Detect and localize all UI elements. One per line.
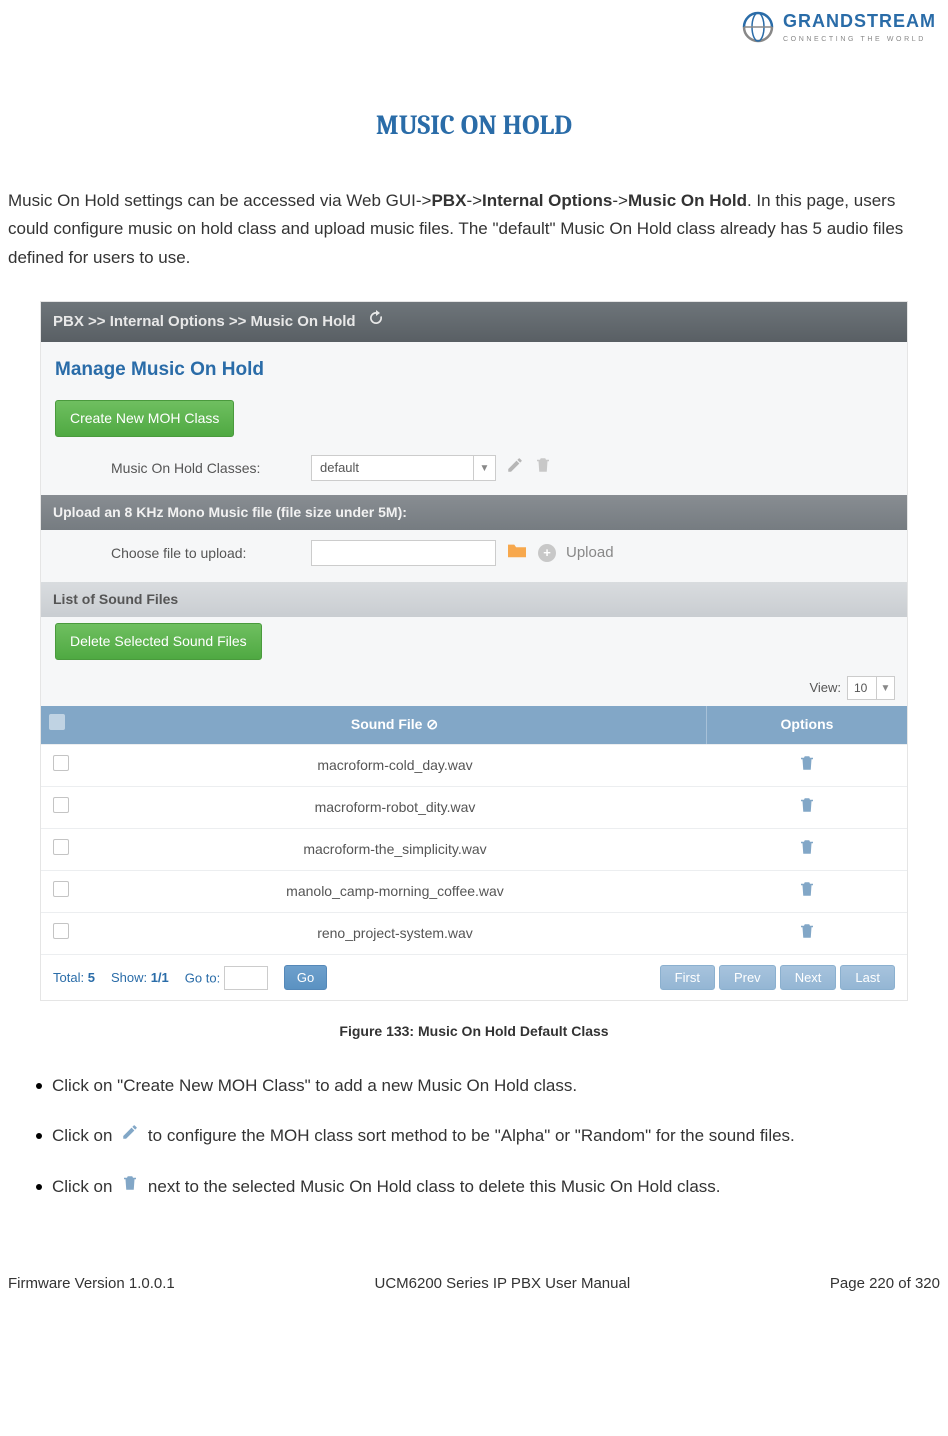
total-label: Total: 5	[53, 968, 95, 988]
breadcrumb-bar: PBX >> Internal Options >> Music On Hold	[41, 302, 907, 342]
row-checkbox[interactable]	[53, 755, 69, 771]
footer-left: Firmware Version 1.0.0.1	[8, 1273, 175, 1296]
sound-file-name: macroform-cold_day.wav	[83, 745, 707, 786]
pager-last[interactable]: Last	[840, 965, 895, 990]
moh-classes-row: Music On Hold Classes: default ▼	[41, 447, 907, 489]
figure-caption: Figure 133: Music On Hold Default Class	[0, 1021, 948, 1042]
create-moh-button[interactable]: Create New MOH Class	[55, 400, 234, 437]
table-header: Sound File ⊘ Options	[41, 706, 907, 744]
pager-first[interactable]: First	[660, 965, 715, 990]
view-row: View: 10 ▼	[41, 670, 907, 706]
table-row: macroform-robot_dity.wav	[41, 786, 907, 828]
table-row: macroform-cold_day.wav	[41, 744, 907, 786]
bullet-item: Click on to configure the MOH class sort…	[30, 1121, 918, 1150]
view-value: 10	[854, 679, 867, 697]
row-checkbox[interactable]	[53, 881, 69, 897]
page-footer: Firmware Version 1.0.0.1 UCM6200 Series …	[0, 1223, 948, 1296]
edit-icon[interactable]	[506, 456, 524, 480]
pager-prev[interactable]: Prev	[719, 965, 776, 990]
folder-icon[interactable]	[506, 538, 528, 568]
go-button[interactable]: Go	[284, 965, 327, 990]
moh-classes-label: Music On Hold Classes:	[111, 458, 301, 479]
bullet-text: Click on next to the selected Music On H…	[52, 1172, 721, 1201]
sort-icon: ⊘	[426, 716, 438, 732]
bullet-icon	[36, 1133, 42, 1139]
bullet-list: Click on "Create New MOH Class" to add a…	[0, 1072, 948, 1201]
footer-right: Page 220 of 320	[830, 1273, 940, 1296]
table-footer: Total: 5 Show: 1/1 Go to: Go First Prev …	[41, 954, 907, 1000]
select-all-checkbox[interactable]	[49, 714, 65, 730]
sep2: ->	[612, 191, 628, 210]
pencil-icon	[117, 1125, 143, 1145]
table-row: macroform-the_simplicity.wav	[41, 828, 907, 870]
choose-file-label: Choose file to upload:	[111, 543, 301, 564]
sound-file-name: macroform-robot_dity.wav	[83, 787, 707, 828]
header-soundfile-label: Sound File	[351, 716, 423, 732]
upload-section-bar: Upload an 8 KHz Mono Music file (file si…	[41, 495, 907, 530]
logo: GRANDSTREAM CONNECTING THE WORLD	[739, 8, 936, 46]
row-checkbox[interactable]	[53, 839, 69, 855]
sep1: ->	[466, 191, 482, 210]
goto-group: Go to:	[185, 966, 268, 990]
brand-name: GRANDSTREAM	[783, 8, 936, 35]
breadcrumb-text: PBX >> Internal Options >> Music On Hold	[53, 311, 356, 334]
select-value: default	[320, 458, 359, 478]
intro-paragraph: Music On Hold settings can be accessed v…	[0, 187, 948, 274]
header-options: Options	[707, 706, 907, 744]
pager-next[interactable]: Next	[780, 965, 837, 990]
sound-file-name: macroform-the_simplicity.wav	[83, 829, 707, 870]
delete-selected-button[interactable]: Delete Selected Sound Files	[55, 623, 262, 660]
moh-classes-select[interactable]: default ▼	[311, 455, 496, 481]
row-checkbox[interactable]	[53, 923, 69, 939]
delete-row-icon[interactable]	[798, 754, 816, 772]
delete-row-icon[interactable]	[798, 838, 816, 856]
panel-title: Manage Music On Hold	[41, 342, 907, 395]
show-label: Show: 1/1	[111, 968, 169, 988]
header-checkbox-cell	[41, 706, 83, 744]
delete-row-icon[interactable]	[798, 796, 816, 814]
delete-icon[interactable]	[534, 456, 552, 480]
goto-input[interactable]	[224, 966, 268, 990]
intro-text: Music On Hold settings can be accessed v…	[8, 191, 431, 210]
upload-row: Choose file to upload: + Upload	[41, 530, 907, 576]
add-icon[interactable]: +	[538, 544, 556, 562]
view-select[interactable]: 10 ▼	[847, 676, 895, 700]
delete-row-icon[interactable]	[798, 880, 816, 898]
refresh-icon[interactable]	[368, 310, 384, 334]
bullet-item: Click on "Create New MOH Class" to add a…	[30, 1072, 918, 1099]
bullet-icon	[36, 1083, 42, 1089]
file-input[interactable]	[311, 540, 496, 566]
globe-icon	[739, 8, 777, 46]
delete-row-icon[interactable]	[798, 922, 816, 940]
sound-file-name: reno_project-system.wav	[83, 913, 707, 954]
sound-file-name: manolo_camp-morning_coffee.wav	[83, 871, 707, 912]
header-soundfile[interactable]: Sound File ⊘	[83, 706, 707, 744]
chevron-down-icon: ▼	[473, 456, 495, 480]
trash-icon	[117, 1176, 143, 1196]
page-title: MUSIC ON HOLD	[0, 106, 948, 147]
bullet-item: Click on next to the selected Music On H…	[30, 1172, 918, 1201]
chevron-down-icon: ▼	[876, 676, 894, 700]
table-row: reno_project-system.wav	[41, 912, 907, 954]
bold-pbx: PBX	[431, 191, 466, 210]
view-label: View:	[809, 678, 841, 698]
header-logo: GRANDSTREAM CONNECTING THE WORLD	[0, 0, 948, 46]
list-section-bar: List of Sound Files	[41, 582, 907, 617]
goto-label: Go to:	[185, 970, 220, 985]
pager: First Prev Next Last	[660, 965, 895, 990]
upload-label: Upload	[566, 542, 614, 565]
table-row: manolo_camp-morning_coffee.wav	[41, 870, 907, 912]
bold-internal: Internal Options	[482, 191, 612, 210]
bullet-text: Click on to configure the MOH class sort…	[52, 1121, 795, 1150]
figure-screenshot: PBX >> Internal Options >> Music On Hold…	[40, 301, 908, 1001]
brand-tagline: CONNECTING THE WORLD	[783, 35, 936, 46]
footer-center: UCM6200 Series IP PBX User Manual	[374, 1273, 630, 1296]
bold-moh: Music On Hold	[628, 191, 747, 210]
row-checkbox[interactable]	[53, 797, 69, 813]
bullet-icon	[36, 1184, 42, 1190]
bullet-text: Click on "Create New MOH Class" to add a…	[52, 1072, 577, 1099]
